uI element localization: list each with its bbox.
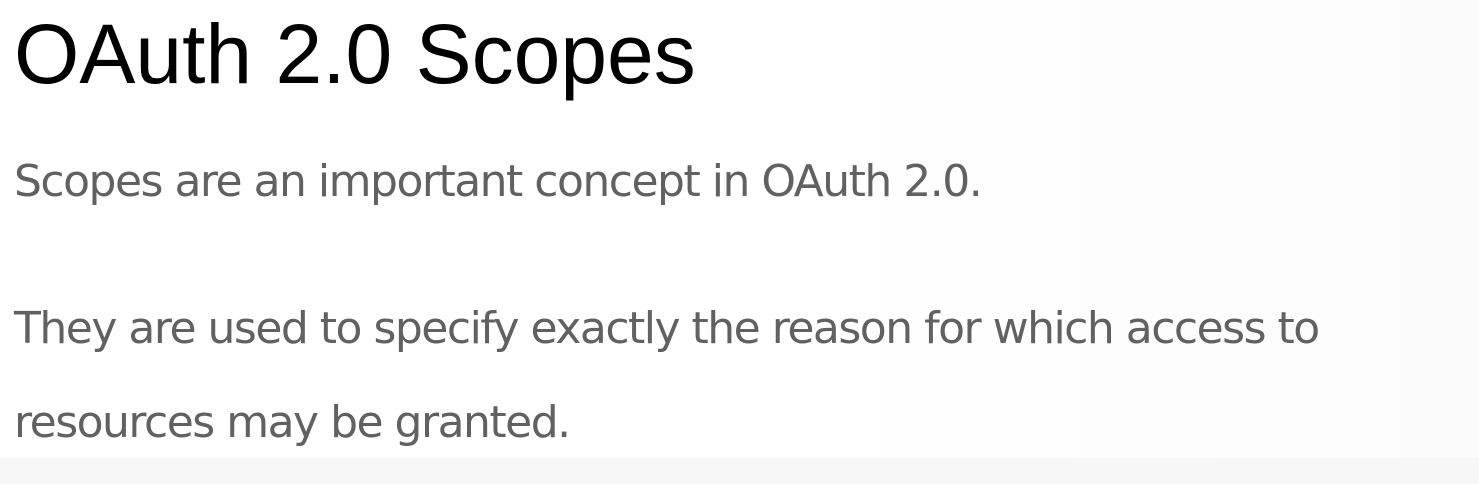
page-title: OAuth 2.0 Scopes [14,7,696,101]
slide: OAuth 2.0 Scopes Scopes are an important… [0,0,1479,484]
footer-strip [0,458,1479,484]
body-paragraph: They are used to specify exactly the rea… [14,282,1434,470]
intro-paragraph: Scopes are an important concept in OAuth… [14,156,983,207]
body-paragraph-line-2: resources may be granted. [14,397,571,448]
body-paragraph-line-1: They are used to specify exactly the rea… [14,303,1320,354]
